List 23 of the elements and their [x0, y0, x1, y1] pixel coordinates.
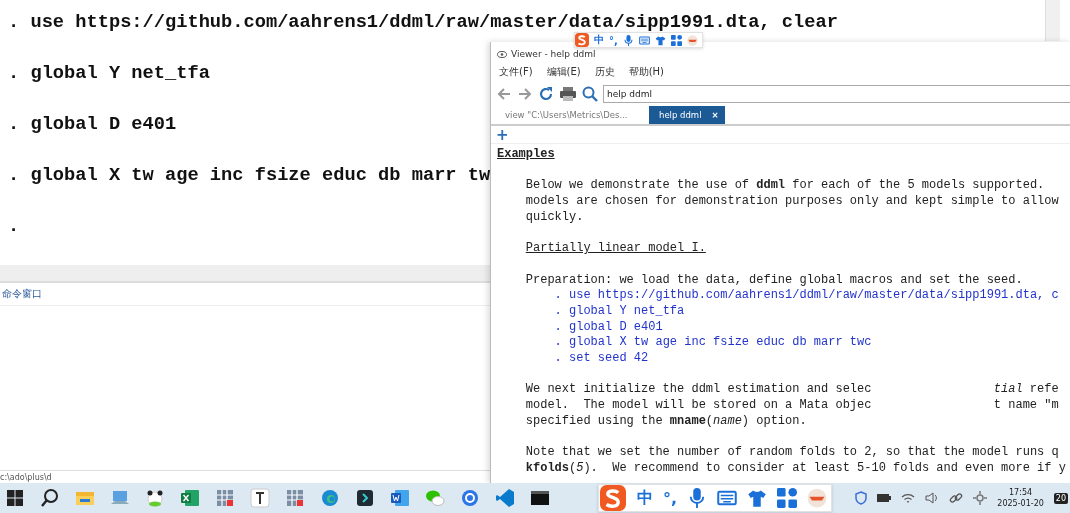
help-text: Note that we set the number of random folds to 2, so that the model runs q: [525, 445, 1059, 460]
help-text: Below we demonstrate the use of ddml for each of the 5 models supported.: [525, 178, 1045, 193]
panel-title: 命令窗口: [2, 287, 42, 301]
help-text: Preparation: we load the data, define global macros and set the seed.: [525, 272, 1023, 287]
help-text: We next initialize the ddml estimation and selec: [525, 382, 872, 397]
subsection-heading: Partially linear model I.: [525, 241, 706, 256]
command-output-line: . use https://github.com/aahrens1/ddml/raw/master/data/sipp1991.dta, clear: [8, 12, 838, 32]
help-text: quickly.: [525, 209, 584, 224]
help-text: specified using the mname(name) option.: [525, 413, 807, 428]
help-text: model. The model will be stored on a Mata objec: [525, 398, 872, 412]
clock-time: 17:54: [1009, 487, 1033, 498]
command-output-line: . global D e401: [8, 114, 177, 134]
window-title: Viewer - help ddml: [511, 49, 596, 59]
help-text: tial refe: [993, 382, 1059, 397]
command-output-line: . global Y net_tfa: [8, 63, 210, 83]
command-output-line: . global X tw age inc fsize educ db marr tw: [8, 165, 491, 185]
help-text: models are chosen for demonstration purposes only and kept simple to allow: [525, 194, 1059, 209]
clock-date: 2025-01-20: [997, 498, 1044, 509]
help-text: t name "m: [993, 398, 1059, 412]
section-heading: Examples: [497, 147, 555, 161]
help-text: kfolds(5). We recommend to consider at least 5-10 folds and even more if y: [525, 460, 1066, 475]
status-path: c:\ado\plus\d: [0, 472, 52, 482]
command-output-line: .: [8, 216, 20, 236]
